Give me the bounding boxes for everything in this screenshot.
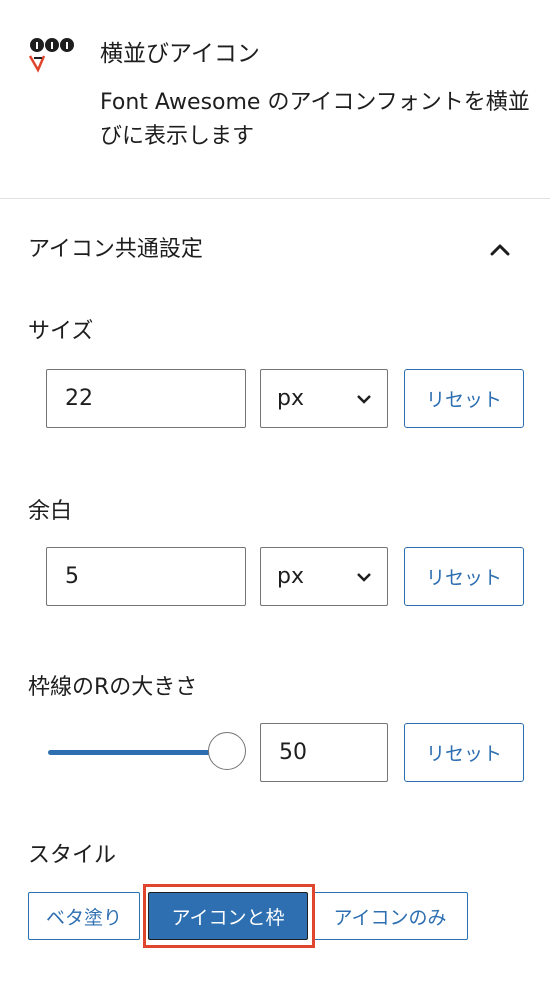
size-value: 22: [65, 386, 93, 411]
size-input[interactable]: 22: [46, 369, 246, 428]
chevron-up-icon[interactable]: [484, 236, 516, 264]
margin-unit-value: px: [277, 564, 304, 589]
border-radius-input[interactable]: 50: [260, 723, 388, 782]
margin-value: 5: [65, 564, 79, 589]
border-radius-slider-thumb[interactable]: [208, 732, 246, 770]
style-option-filled-button[interactable]: ベタ塗り: [28, 892, 140, 940]
border-radius-reset-button[interactable]: リセット: [404, 723, 524, 782]
margin-input[interactable]: 5: [46, 547, 246, 606]
block-description: Font Awesome のアイコンフォントを横並びに表示します: [100, 90, 530, 149]
border-radius-value: 50: [279, 740, 307, 765]
size-label: サイズ: [28, 319, 94, 344]
style-label: スタイル: [28, 843, 117, 868]
style-option-icon-only-button[interactable]: アイコンのみ: [312, 892, 468, 940]
size-unit-select[interactable]: px: [260, 369, 388, 428]
divider: [0, 198, 550, 199]
size-reset-button[interactable]: リセット: [404, 369, 524, 428]
margin-label: 余白: [28, 499, 73, 524]
panel-title[interactable]: アイコン共通設定: [28, 234, 203, 266]
margin-unit-select[interactable]: px: [260, 547, 388, 606]
size-unit-value: px: [277, 386, 304, 411]
border-radius-slider-track[interactable]: [48, 750, 228, 755]
border-radius-label: 枠線のRの大きさ: [28, 675, 198, 700]
margin-reset-button[interactable]: リセット: [404, 547, 524, 606]
chevron-down-icon: [355, 564, 373, 589]
block-title: 横並びアイコン: [100, 41, 260, 67]
font-awesome-block-icon: [28, 36, 76, 76]
chevron-down-icon: [355, 386, 373, 411]
selection-highlight: [143, 884, 315, 948]
